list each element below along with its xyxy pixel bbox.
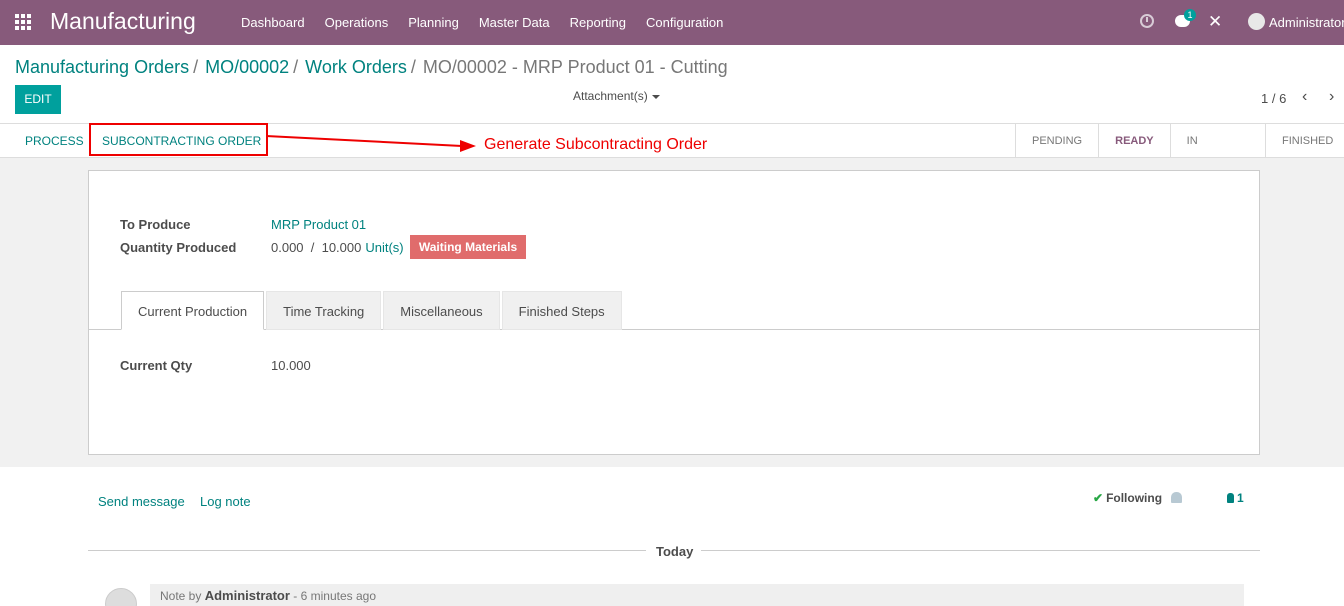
note-author[interactable]: Administrator [205,588,290,603]
breadcrumb-mo[interactable]: MO/00002 [205,57,289,77]
note-time: - 6 minutes ago [293,589,376,603]
menu-planning[interactable]: Planning [398,15,469,30]
app-title: Manufacturing [50,8,196,34]
to-produce-label: To Produce [120,217,191,232]
breadcrumb-separator: / [193,57,199,77]
stage-finished[interactable]: FINISHED [1264,124,1344,158]
form-tabs: Current Production Time Tracking Miscell… [121,291,624,330]
followers-count: 1 [1237,491,1244,505]
menu-master-data[interactable]: Master Data [469,15,560,30]
current-qty-value: 10.000 [271,358,311,373]
pager-previous-icon[interactable]: ‹ [1302,89,1307,105]
control-panel: Manufacturing Orders / MO/00002/Work Order… [0,45,1344,124]
note-prefix: Note by [160,589,202,603]
date-divider-line [701,550,1260,551]
stage-pending[interactable]: PENDING [1015,124,1098,158]
following-button[interactable]: ✔ Following [1093,491,1162,505]
check-icon: ✔ [1093,491,1104,505]
breadcrumb-separator: / [410,57,416,77]
form-sheet: To Produce MRP Product 01 Quantity Produ… [88,170,1260,455]
tab-miscellaneous[interactable]: Miscellaneous [383,291,500,330]
tab-finished-steps[interactable]: Finished Steps [501,291,622,330]
messaging-badge: 1 [1184,9,1196,21]
user-menu[interactable]: Administrator [1269,15,1344,30]
date-divider-label: Today [656,544,694,559]
quantity-produced-numbers: 0.000 / 10.000 [271,240,362,255]
stage-in-progress[interactable]: IN PROGRESS [1169,124,1265,181]
tab-current-production[interactable]: Current Production [121,291,265,330]
edit-button[interactable]: EDIT [15,85,61,114]
breadcrumb-current: MO/00002 - MRP Product 01 - Cutting [422,57,728,77]
date-divider-line [88,550,646,551]
menu-dashboard[interactable]: Dashboard [231,15,315,30]
caret-down-icon [651,94,660,99]
followers-button[interactable]: 1 [1227,491,1244,505]
main-menu: Dashboard Operations Planning Master Dat… [231,0,733,45]
process-button[interactable]: PROCESS [25,134,84,148]
uom-link[interactable]: Unit(s) [365,240,403,255]
tab-time-tracking[interactable]: Time Tracking [266,291,382,330]
pager-value[interactable]: 1 / 6 [1261,91,1286,106]
debug-tools-icon[interactable]: ✕ [1208,13,1222,30]
pager-next-icon[interactable]: › [1329,89,1334,105]
current-qty-label: Current Qty [120,358,193,373]
breadcrumb: Manufacturing Orders / MO/00002/Work Order… [15,57,728,78]
message-avatar [105,588,137,606]
attachments-label: Attachment(s) [573,89,648,103]
top-navbar: Manufacturing Dashboard Operations Plann… [0,0,1344,45]
quantity-produced-value: 0.000 / 10.000 Unit(s) [271,240,404,255]
note-header: Note by Administrator - 6 minutes ago [160,588,376,603]
menu-configuration[interactable]: Configuration [636,15,733,30]
user-avatar[interactable] [1248,13,1265,30]
activity-clock-icon[interactable] [1140,14,1154,28]
following-label: Following [1106,491,1163,505]
annotation-arrow-icon [266,135,476,152]
person-icon [1227,493,1234,503]
log-note-button[interactable]: Log note [200,494,251,509]
send-message-button[interactable]: Send message [98,494,185,509]
quantity-produced-label: Quantity Produced [120,240,237,255]
breadcrumb-manufacturing-orders[interactable]: Manufacturing Orders [15,57,189,77]
annotation-text: Generate Subcontracting Order [484,136,708,153]
stage-pipeline: PENDING READY IN PROGRESS FINISHED [1015,124,1344,181]
annotation-highlight-box [89,123,268,156]
chatter: Send message Log note ✔ Following 1 Today… [0,467,1344,606]
menu-reporting[interactable]: Reporting [560,15,636,30]
apps-menu-icon[interactable] [15,14,33,30]
status-badge: Waiting Materials [410,235,526,259]
attachments-dropdown[interactable]: Attachment(s) [573,89,660,103]
bell-icon[interactable] [1171,492,1182,503]
stage-ready[interactable]: READY [1098,124,1170,158]
breadcrumb-separator: / [293,57,299,77]
product-link[interactable]: MRP Product 01 [271,217,366,232]
breadcrumb-work-orders[interactable]: Work Orders [305,57,407,77]
menu-operations[interactable]: Operations [315,15,399,30]
